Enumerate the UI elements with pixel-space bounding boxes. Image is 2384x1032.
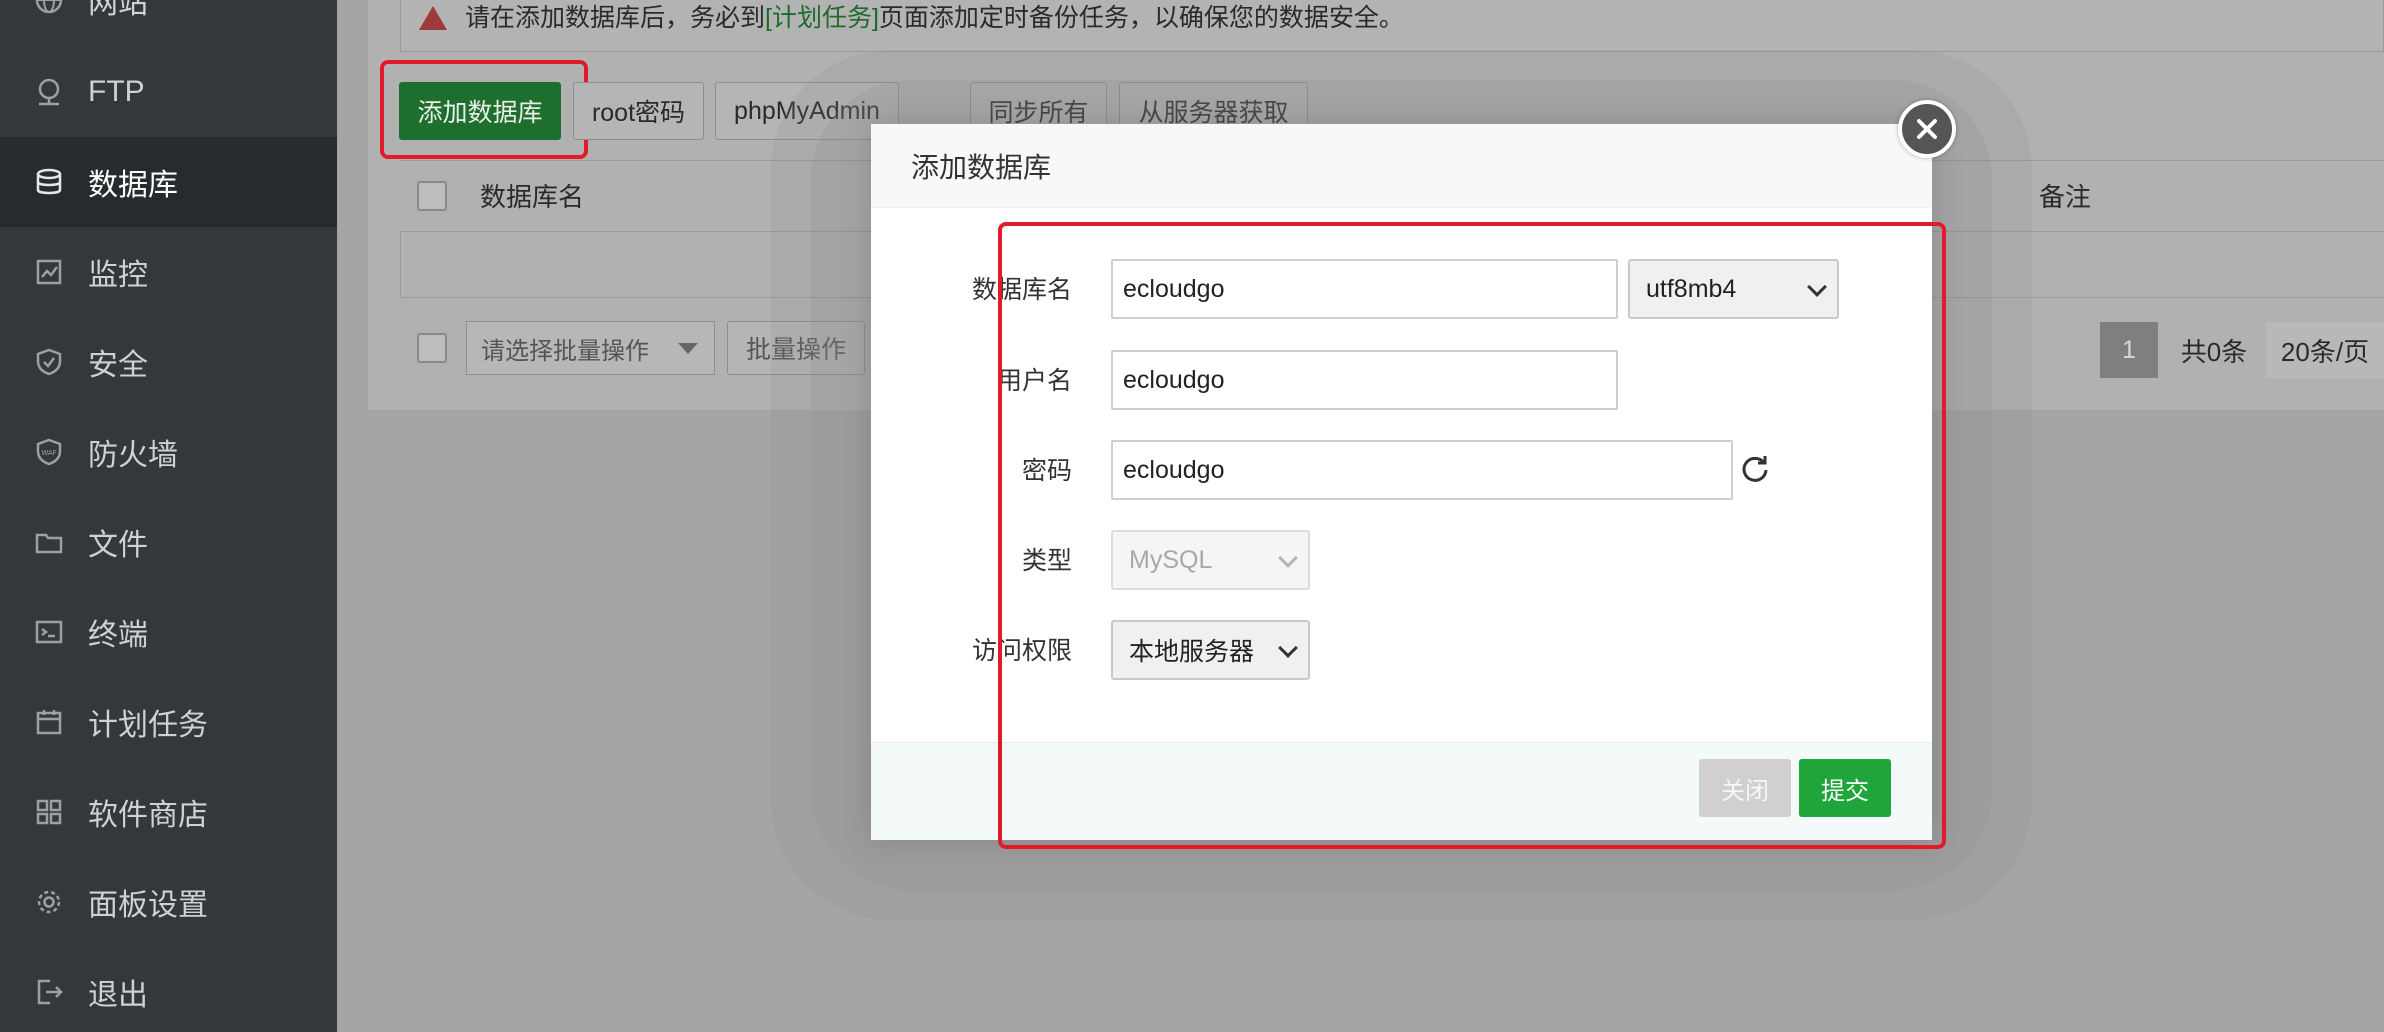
sidebar-item-database[interactable]: 数据库 <box>0 137 337 227</box>
column-remark: 备注 <box>2039 182 2092 212</box>
batch-select-placeholder: 请选择批量操作 <box>481 337 649 365</box>
cron-link[interactable]: [计划任务] <box>765 0 879 34</box>
sidebar-item-label: 安全 <box>88 349 148 382</box>
sidebar-item-logout[interactable]: 退出 <box>0 947 337 1032</box>
waf-icon: WAF <box>32 435 66 469</box>
backup-alert: 请在添加数据库后，务必到 [计划任务] 页面添加定时备份任务，以确保您的数据安全… <box>400 0 2384 52</box>
sidebar-item-ftp[interactable]: FTP <box>0 47 337 137</box>
sidebar-item-terminal[interactable]: 终端 <box>0 587 337 677</box>
ftp-icon <box>32 75 66 109</box>
apps-icon <box>32 795 66 829</box>
sidebar-item-label: 网站 <box>88 0 148 20</box>
dialog-title: 添加数据库 <box>911 151 1052 183</box>
sidebar-item-monitor[interactable]: 监控 <box>0 227 337 317</box>
sidebar-item-label: 终端 <box>88 619 148 652</box>
warning-icon <box>419 6 447 30</box>
alert-text-prefix: 请在添加数据库后，务必到 <box>465 4 766 32</box>
sidebar-item-label: 软件商店 <box>88 799 208 832</box>
sidebar: 网站 FTP 数据库 监控 安全 WAF 防火墙 文件 终端 计划任务 软件商店… <box>0 0 337 1032</box>
select-all-checkbox[interactable] <box>417 181 447 211</box>
sidebar-item-settings[interactable]: 面板设置 <box>0 857 337 947</box>
column-db-name[interactable]: 数据库名 <box>480 177 584 214</box>
highlight-form-area <box>998 222 1946 849</box>
sidebar-item-label: 退出 <box>88 979 148 1012</box>
dialog-close-button[interactable] <box>1898 100 1956 158</box>
root-password-button[interactable]: root密码 <box>573 82 704 140</box>
sidebar-item-website[interactable]: 网站 <box>0 0 337 45</box>
alert-text-suffix: 页面添加定时备份任务，以确保您的数据安全。 <box>878 4 1404 32</box>
sidebar-item-label: 防火墙 <box>88 439 178 472</box>
pager-per-page[interactable]: 20条/页 <box>2266 322 2384 378</box>
monitor-icon <box>32 255 66 289</box>
dialog-header: 添加数据库 <box>871 124 1932 208</box>
highlight-add-button <box>380 60 588 159</box>
close-icon <box>1917 119 1937 139</box>
globe-icon <box>32 0 66 17</box>
batch-select-checkbox[interactable] <box>417 333 447 363</box>
sidebar-item-cron[interactable]: 计划任务 <box>0 677 337 767</box>
sidebar-item-files[interactable]: 文件 <box>0 497 337 587</box>
sidebar-item-label: 数据库 <box>88 169 178 202</box>
gear-icon <box>32 885 66 919</box>
sidebar-item-label: 面板设置 <box>88 889 208 922</box>
svg-text:WAF: WAF <box>41 449 56 457</box>
database-icon <box>32 165 66 199</box>
logout-icon <box>32 975 66 1009</box>
page-number[interactable]: 1 <box>2100 322 2158 378</box>
sidebar-item-label: FTP <box>88 75 145 108</box>
terminal-icon <box>32 615 66 649</box>
sidebar-item-firewall[interactable]: WAF 防火墙 <box>0 407 337 497</box>
folder-icon <box>32 525 66 559</box>
sidebar-item-store[interactable]: 软件商店 <box>0 767 337 857</box>
caret-down-icon <box>678 343 698 354</box>
pager-total: 共0条 <box>2180 336 2248 367</box>
shield-icon <box>32 345 66 379</box>
sidebar-item-label: 监控 <box>88 259 148 292</box>
sidebar-item-label: 计划任务 <box>88 709 208 742</box>
calendar-icon <box>32 705 66 739</box>
sidebar-item-label: 文件 <box>88 529 148 562</box>
sidebar-item-security[interactable]: 安全 <box>0 317 337 407</box>
